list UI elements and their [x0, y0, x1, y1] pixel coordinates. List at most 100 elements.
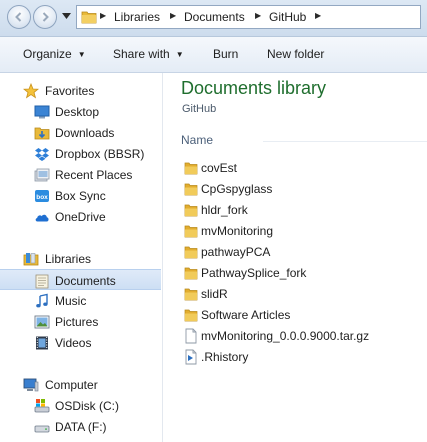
- organize-label: Organize: [23, 47, 72, 61]
- breadcrumb-libraries[interactable]: Libraries: [114, 10, 160, 24]
- box-icon: box: [35, 190, 49, 202]
- nav-item-dropbox-label: Dropbox (BBSR): [55, 147, 145, 161]
- nav-item-osdisk[interactable]: OSDisk (C:): [0, 395, 161, 416]
- nav-item-documents-label: Documents: [55, 274, 116, 288]
- rhistory-file-icon: [185, 349, 197, 365]
- folder-icon: [184, 246, 198, 259]
- address-bar: ▶ Libraries ▶ Documents ▶ GitHub ▶: [0, 0, 427, 37]
- nav-item-desktop-label: Desktop: [55, 105, 100, 119]
- breadcrumb-github[interactable]: GitHub: [269, 10, 306, 24]
- nav-item-osdisk-label: OSDisk (C:): [55, 399, 119, 413]
- breadcrumb-separator-icon[interactable]: ▶: [100, 11, 106, 20]
- desktop-icon: [34, 105, 50, 119]
- nav-computer-label: Computer: [45, 378, 98, 392]
- breadcrumb[interactable]: ▶ Libraries ▶ Documents ▶ GitHub ▶: [76, 5, 421, 29]
- folder-icon: [184, 183, 198, 196]
- nav-item-data-drive-label: DATA (F:): [55, 420, 107, 434]
- file-name: mvMonitoring_0.0.0.9000.tar.gz: [201, 329, 370, 343]
- file-icon: [185, 328, 197, 344]
- nav-libraries-label: Libraries: [45, 252, 92, 266]
- page-title: Documents library: [181, 78, 327, 98]
- nav-item-data-drive[interactable]: DATA (F:): [0, 416, 161, 437]
- file-name: Software Articles: [201, 308, 291, 322]
- chevron-down-icon: ▼: [175, 50, 184, 59]
- file-name: mvMonitoring: [201, 224, 274, 238]
- nav-favorites-label: Favorites: [45, 84, 95, 98]
- breadcrumb-documents[interactable]: Documents: [184, 10, 245, 24]
- file-list-pane: Documents library GitHub Name covEst CpG…: [163, 73, 427, 442]
- nav-item-onedrive-label: OneDrive: [55, 210, 106, 224]
- nav-item-onedrive[interactable]: OneDrive: [0, 206, 161, 227]
- pictures-icon: [34, 315, 50, 329]
- breadcrumb-separator-icon[interactable]: ▶: [255, 11, 261, 20]
- breadcrumb-separator-icon[interactable]: ▶: [315, 11, 321, 20]
- list-item[interactable]: hldr_fork: [163, 199, 427, 220]
- nav-item-box-sync-label: Box Sync: [55, 189, 106, 203]
- back-arrow-icon: [15, 12, 22, 22]
- dropbox-icon: [35, 148, 49, 161]
- nav-item-videos[interactable]: Videos: [0, 332, 161, 353]
- column-header-name[interactable]: Name: [181, 133, 213, 147]
- folder-icon: [184, 267, 198, 280]
- nav-item-pictures-label: Pictures: [55, 315, 99, 329]
- list-item[interactable]: slidR: [163, 283, 427, 304]
- nav-libraries[interactable]: Libraries: [0, 248, 161, 269]
- file-name: PathwaySplice_fork: [201, 266, 307, 280]
- nav-item-documents[interactable]: Documents: [0, 269, 161, 290]
- forward-arrow-icon: [42, 12, 49, 22]
- folder-icon: [81, 11, 97, 24]
- star-icon: [23, 83, 39, 99]
- onedrive-icon: [35, 214, 49, 222]
- list-item[interactable]: PathwaySplice_fork: [163, 262, 427, 283]
- videos-icon: [36, 336, 48, 350]
- nav-item-recent-places[interactable]: Recent Places: [0, 164, 161, 185]
- list-item[interactable]: Software Articles: [163, 304, 427, 325]
- list-item[interactable]: .Rhistory: [163, 346, 427, 367]
- burn-button[interactable]: Burn: [213, 47, 238, 61]
- folder-icon: [184, 309, 198, 322]
- nav-item-downloads[interactable]: Downloads: [0, 122, 161, 143]
- list-item[interactable]: mvMonitoring: [163, 220, 427, 241]
- folder-icon: [184, 162, 198, 175]
- new-folder-button[interactable]: New folder: [267, 47, 324, 61]
- nav-item-videos-label: Videos: [55, 336, 92, 350]
- share-with-label: Share with: [113, 47, 170, 61]
- nav-item-dropbox[interactable]: Dropbox (BBSR): [0, 143, 161, 164]
- documents-icon: [35, 274, 49, 289]
- list-item[interactable]: pathwayPCA: [163, 241, 427, 262]
- svg-text:box: box: [36, 194, 48, 201]
- folder-icon: [184, 204, 198, 217]
- downloads-icon: [34, 127, 50, 140]
- nav-item-music-label: Music: [55, 294, 87, 308]
- nav-item-downloads-label: Downloads: [55, 126, 115, 140]
- nav-item-pictures[interactable]: Pictures: [0, 311, 161, 332]
- folder-icon: [184, 225, 198, 238]
- list-item[interactable]: mvMonitoring_0.0.0.9000.tar.gz: [163, 325, 427, 346]
- list-item[interactable]: CpGspyglass: [163, 178, 427, 199]
- file-name: CpGspyglass: [201, 182, 273, 196]
- nav-item-music[interactable]: Music: [0, 290, 161, 311]
- back-button[interactable]: [7, 5, 31, 29]
- system-drive-icon: [34, 399, 50, 413]
- nav-item-box-sync[interactable]: box Box Sync: [0, 185, 161, 206]
- file-name: .Rhistory: [201, 350, 249, 364]
- drive-icon: [34, 425, 50, 433]
- share-with-button[interactable]: Share with ▼: [113, 47, 184, 61]
- breadcrumb-separator-icon[interactable]: ▶: [170, 11, 176, 20]
- nav-computer[interactable]: Computer: [0, 374, 161, 395]
- nav-favorites[interactable]: Favorites: [0, 80, 161, 101]
- music-icon: [36, 293, 48, 308]
- file-name: covEst: [201, 161, 238, 175]
- nav-item-recent-places-label: Recent Places: [55, 168, 133, 182]
- forward-button[interactable]: [33, 5, 57, 29]
- file-name: slidR: [201, 287, 228, 301]
- chevron-down-icon: ▼: [77, 50, 86, 59]
- nav-item-desktop[interactable]: Desktop: [0, 101, 161, 122]
- file-name: pathwayPCA: [201, 245, 271, 259]
- column-divider: [263, 141, 427, 142]
- command-bar: Organize ▼ Share with ▼ Burn New folder: [0, 37, 427, 73]
- list-item[interactable]: covEst: [163, 157, 427, 178]
- organize-button[interactable]: Organize ▼: [23, 47, 86, 61]
- recent-pages-dropdown-icon[interactable]: [62, 13, 71, 19]
- navigation-pane: Favorites Desktop Downloads Dropbox (BBS…: [0, 73, 163, 442]
